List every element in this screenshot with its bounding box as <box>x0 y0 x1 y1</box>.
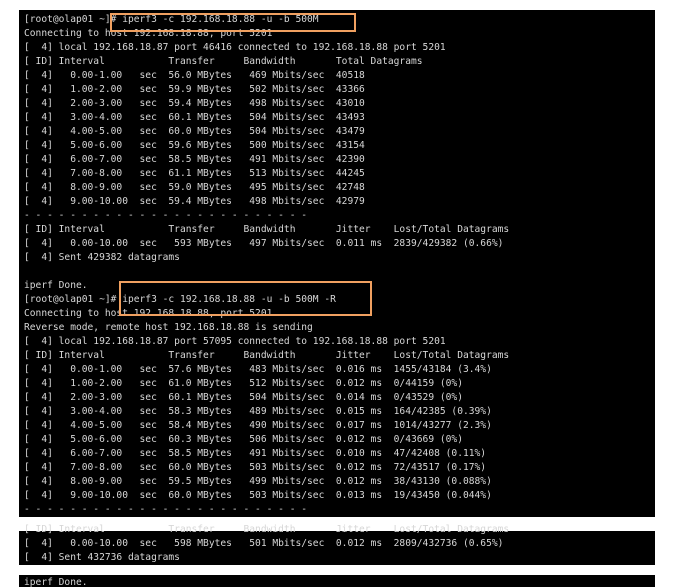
table-row: [ 4] 3.00-4.00 sec 58.3 MBytes 489 Mbits… <box>24 406 492 417</box>
table-row: [ 4] 9.00-10.00 sec 59.4 MBytes 498 Mbit… <box>24 196 365 207</box>
done-line: iperf Done. <box>24 577 88 587</box>
page-margin <box>655 10 690 587</box>
output-line: [ 4] Sent 429382 datagrams <box>24 252 180 263</box>
prompt-command-2: [root@olap01 ~]# iperf3 -c 192.168.18.88… <box>24 294 336 305</box>
table-row: [ 4] 7.00-8.00 sec 60.0 MBytes 503 Mbits… <box>24 462 487 473</box>
output-line: Reverse mode, remote host 192.168.18.88 … <box>24 322 313 333</box>
terminal-window[interactable]: [root@olap01 ~]# iperf3 -c 192.168.18.88… <box>19 10 655 587</box>
table-row: [ 4] 5.00-6.00 sec 60.3 MBytes 506 Mbits… <box>24 434 463 445</box>
output-line: [ 4] Sent 432736 datagrams <box>24 552 180 563</box>
output-line: [ 4] local 192.168.18.87 port 46416 conn… <box>24 42 446 53</box>
table-row: [ 4] 4.00-5.00 sec 58.4 MBytes 490 Mbits… <box>24 420 492 431</box>
table-row: [ 4] 3.00-4.00 sec 60.1 MBytes 504 Mbits… <box>24 112 365 123</box>
summary-header: [ ID] Interval Transfer Bandwidth Jitter… <box>24 224 510 235</box>
table-row: [ 4] 6.00-7.00 sec 58.5 MBytes 491 Mbits… <box>24 154 365 165</box>
table-row: [ 4] 7.00-8.00 sec 61.1 MBytes 513 Mbits… <box>24 168 365 179</box>
separator-line: - - - - - - - - - - - - - - - - - - - - … <box>24 210 308 221</box>
done-line: iperf Done. <box>24 280 88 291</box>
table-row: [ 4] 8.00-9.00 sec 59.0 MBytes 495 Mbits… <box>24 182 365 193</box>
summary-row: [ 4] 0.00-10.00 sec 593 MBytes 497 Mbits… <box>24 238 504 249</box>
table-row: [ 4] 5.00-6.00 sec 59.6 MBytes 500 Mbits… <box>24 140 365 151</box>
table-row: [ 4] 1.00-2.00 sec 59.9 MBytes 502 Mbits… <box>24 84 365 95</box>
table-row: [ 4] 0.00-1.00 sec 56.0 MBytes 469 Mbits… <box>24 70 365 81</box>
table-header: [ ID] Interval Transfer Bandwidth Total … <box>24 56 423 67</box>
output-line: Connecting to host 192.168.18.88, port 5… <box>24 308 273 319</box>
table-row: [ 4] 9.00-10.00 sec 60.0 MBytes 503 Mbit… <box>24 490 492 501</box>
prompt-command-1: [root@olap01 ~]# iperf3 -c 192.168.18.88… <box>24 14 319 25</box>
summary-row: [ 4] 0.00-10.00 sec 598 MBytes 501 Mbits… <box>24 538 504 549</box>
table-row: [ 4] 8.00-9.00 sec 59.5 MBytes 499 Mbits… <box>24 476 492 487</box>
table-row: [ 4] 0.00-1.00 sec 57.6 MBytes 483 Mbits… <box>24 364 492 375</box>
output-line: [ 4] local 192.168.18.87 port 57095 conn… <box>24 336 446 347</box>
table-row: [ 4] 4.00-5.00 sec 60.0 MBytes 504 Mbits… <box>24 126 365 137</box>
output-line: Connecting to host 192.168.18.88, port 5… <box>24 28 273 39</box>
table-header: [ ID] Interval Transfer Bandwidth Jitter… <box>24 350 510 361</box>
table-row: [ 4] 6.00-7.00 sec 58.5 MBytes 491 Mbits… <box>24 448 487 459</box>
table-row: [ 4] 2.00-3.00 sec 60.1 MBytes 504 Mbits… <box>24 392 463 403</box>
separator-line: - - - - - - - - - - - - - - - - - - - - … <box>24 504 308 515</box>
white-strip <box>19 565 655 575</box>
summary-header: [ ID] Interval Transfer Bandwidth Jitter… <box>24 524 510 535</box>
table-row: [ 4] 2.00-3.00 sec 59.4 MBytes 498 Mbits… <box>24 98 365 109</box>
table-row: [ 4] 1.00-2.00 sec 61.0 MBytes 512 Mbits… <box>24 378 463 389</box>
